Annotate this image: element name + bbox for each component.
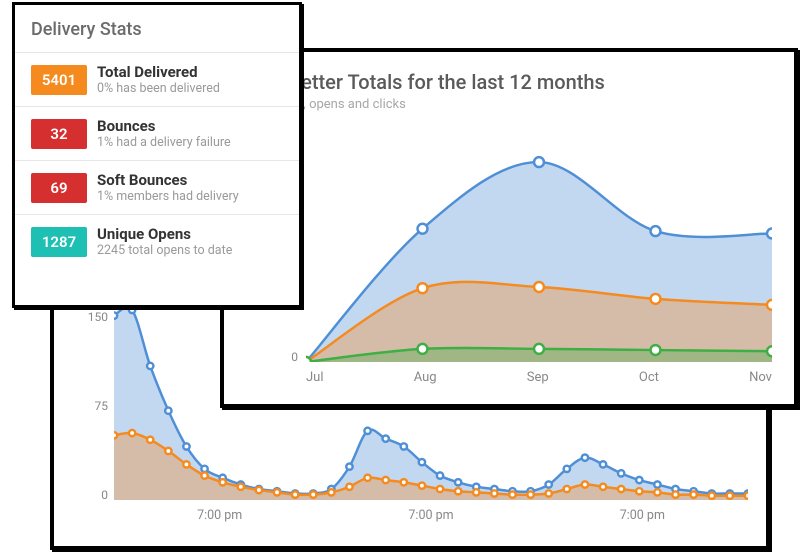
stat-badge: 5401	[31, 65, 87, 95]
stat-sub: 0% has been delivered	[97, 81, 220, 96]
stat-sub: 1% had a delivery failure	[97, 135, 231, 150]
daily-y-axis: 150 75 0	[72, 310, 114, 502]
monthly-title: Newsletter Totals for the last 12 months	[246, 70, 772, 94]
x-tick: Sep	[527, 370, 549, 394]
stat-row: 69 Soft Bounces1% members had delivery	[15, 160, 299, 214]
monthly-plot-svg	[306, 124, 772, 362]
monthly-chart-panel: Newsletter Totals for the last 12 months…	[220, 48, 798, 408]
x-tick: Nov	[749, 370, 772, 394]
y-tick: 0	[72, 488, 114, 502]
stat-label: Total Delivered	[97, 63, 220, 81]
stat-sub: 1% members had delivery	[97, 189, 239, 204]
x-tick: 7:00 pm	[197, 508, 242, 530]
stat-label: Unique Opens	[97, 225, 232, 243]
stat-label: Soft Bounces	[97, 171, 239, 189]
y-tick: 150	[72, 310, 114, 324]
x-tick: 7:00 pm	[408, 508, 453, 530]
monthly-subtitle: Total sent, opens and clicks	[246, 97, 772, 112]
stat-row: 32 Bounces1% had a delivery failure	[15, 106, 299, 160]
x-tick: Jul	[306, 370, 324, 394]
monthly-x-axis: Jul Aug Sep Oct Nov	[306, 370, 772, 394]
x-tick: 7:00 pm	[620, 508, 665, 530]
stat-text: Total Delivered0% has been delivered	[97, 63, 220, 96]
stat-label: Bounces	[97, 117, 231, 135]
y-tick: 0	[246, 350, 306, 364]
y-tick: 75	[72, 399, 114, 413]
stat-text: Soft Bounces1% members had delivery	[97, 171, 239, 204]
x-tick: Aug	[414, 370, 437, 394]
delivery-stats-panel: Delivery Stats 5401 Total Delivered0% has…	[12, 2, 302, 308]
stat-text: Bounces1% had a delivery failure	[97, 117, 231, 150]
stat-badge: 1287	[31, 227, 87, 257]
stat-badge: 69	[31, 173, 87, 203]
stat-row: 1287 Unique Opens2245 total opens to date	[15, 214, 299, 268]
stat-sub: 2245 total opens to date	[97, 243, 232, 258]
stat-text: Unique Opens2245 total opens to date	[97, 225, 232, 258]
stats-title: Delivery Stats	[15, 19, 299, 52]
stat-row: 5401 Total Delivered0% has been delivered	[15, 52, 299, 106]
daily-x-axis: 7:00 pm 7:00 pm 7:00 pm	[114, 508, 748, 530]
stat-badge: 32	[31, 119, 87, 149]
x-tick: Oct	[639, 370, 659, 394]
monthly-chart: 20,000 15,000 10,000 5,000 0 Jul Aug Sep…	[246, 124, 772, 394]
